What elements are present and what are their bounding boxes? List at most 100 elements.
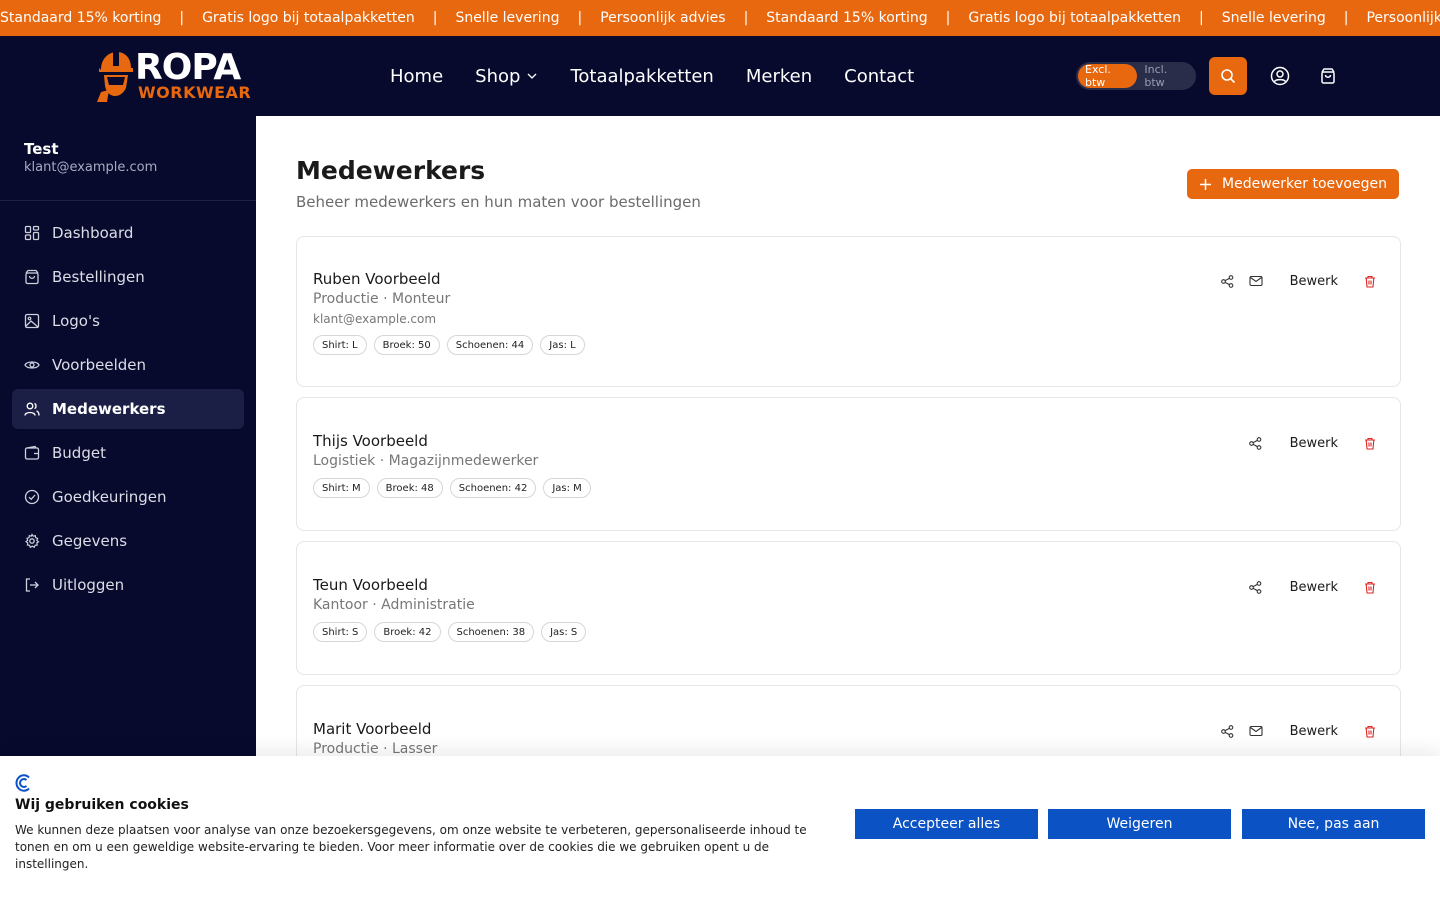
sidebar-item-label: Gegevens — [52, 532, 128, 550]
sidebar-item-budget[interactable]: Budget — [12, 433, 244, 473]
size-chip: Broek: 42 — [374, 622, 441, 642]
page-subtitle: Beheer medewerkers en hun maten voor bes… — [296, 193, 701, 211]
size-chip: Jas: L — [540, 335, 585, 355]
size-chip: Schoenen: 42 — [449, 478, 537, 498]
wallet-icon — [24, 445, 40, 460]
customize-button[interactable]: Nee, pas aan — [1242, 809, 1425, 839]
sidebar-item-voorbeelden[interactable]: Voorbeelden — [12, 345, 244, 385]
search-icon — [1221, 69, 1236, 84]
delete-button[interactable] — [1356, 721, 1384, 741]
size-chips: Shirt: L Broek: 50 Schoenen: 44 Jas: L — [313, 335, 585, 355]
trash-icon — [1365, 581, 1375, 594]
sidebar-item-logos[interactable]: Logo's — [12, 301, 244, 341]
vat-excl-option[interactable]: Excl. btw — [1078, 63, 1138, 89]
size-chip: Broek: 48 — [376, 478, 443, 498]
user-name: Test — [24, 140, 59, 158]
size-chip: Jas: M — [543, 478, 591, 498]
vat-incl-option[interactable]: Incl. btw — [1137, 63, 1194, 89]
cart-button[interactable] — [1318, 66, 1338, 86]
cookie-title: Wij gebruiken cookies — [15, 797, 189, 813]
chevron-down-icon — [527, 73, 537, 79]
sidebar-item-gegevens[interactable]: Gegevens — [12, 521, 244, 561]
sidebar-item-medewerkers[interactable]: Medewerkers — [12, 389, 244, 429]
ticker-item: Snelle levering — [1221, 10, 1326, 26]
ticker-item: Standaard 15% korting — [0, 10, 162, 26]
share-icon — [1249, 580, 1262, 594]
share-icon — [1221, 274, 1234, 288]
edit-button[interactable]: Bewerk — [1270, 724, 1356, 739]
account-button[interactable] — [1270, 66, 1290, 86]
search-button[interactable] — [1209, 57, 1247, 95]
trash-icon — [1365, 725, 1375, 738]
ticker-separator: | — [945, 10, 951, 26]
share-button[interactable] — [1242, 433, 1270, 453]
delete-button[interactable] — [1356, 577, 1384, 597]
employee-name: Marit Voorbeeld — [313, 720, 432, 738]
sidebar-item-dashboard[interactable]: Dashboard — [12, 213, 244, 253]
sidebar-item-bestellingen[interactable]: Bestellingen — [12, 257, 244, 297]
logo-wordmark: ROPA — [135, 47, 241, 88]
accept-all-button[interactable]: Accepteer alles — [855, 809, 1038, 839]
edit-button[interactable]: Bewerk — [1270, 580, 1356, 595]
dashboard-icon — [24, 225, 40, 241]
trash-icon — [1365, 275, 1375, 288]
employee-name: Thijs Voorbeeld — [313, 432, 428, 450]
edit-button[interactable]: Bewerk — [1270, 436, 1356, 451]
logo-tagline: WORKWEAR — [138, 83, 252, 102]
size-chip: Shirt: S — [313, 622, 368, 642]
trash-icon — [1365, 437, 1375, 450]
check-circle-icon — [24, 489, 40, 505]
shopping-bag-icon — [25, 269, 39, 285]
employee-card: Teun Voorbeeld Kantoor · Administratie S… — [296, 541, 1401, 675]
nav-shop[interactable]: Shop — [475, 66, 538, 87]
sidebar-divider — [0, 200, 256, 201]
employee-card: Ruben Voorbeeld Productie · Monteur klan… — [296, 236, 1401, 387]
delete-button[interactable] — [1356, 271, 1384, 291]
promo-ticker: Standaard 15% korting | Gratis logo bij … — [0, 0, 1440, 36]
site-logo[interactable]: ROPA WORKWEAR — [95, 47, 251, 106]
card-actions: Bewerk — [1242, 577, 1384, 597]
eye-icon — [24, 361, 40, 369]
card-actions: Bewerk — [1214, 271, 1384, 291]
employee-name: Ruben Voorbeeld — [313, 270, 441, 288]
reject-button[interactable]: Weigeren — [1048, 809, 1231, 839]
page-title: Medewerkers — [296, 156, 486, 185]
email-button[interactable] — [1242, 721, 1270, 741]
employee-department: Logistiek · Magazijnmedewerker — [313, 453, 539, 469]
ticker-separator: | — [577, 10, 583, 26]
nav-totaalpakketten[interactable]: Totaalpakketten — [570, 66, 713, 87]
user-info: Test klant@example.com — [24, 140, 157, 175]
ticker-separator: | — [432, 10, 438, 26]
ticker-item: Snelle levering — [455, 10, 560, 26]
size-chips: Shirt: M Broek: 48 Schoenen: 42 Jas: M — [313, 478, 591, 498]
plus-icon — [1200, 178, 1212, 190]
cookie-consent-logo-icon — [15, 774, 30, 792]
delete-button[interactable] — [1356, 433, 1384, 453]
employee-card: Thijs Voorbeeld Logistiek · Magazijnmede… — [296, 397, 1401, 531]
image-icon — [24, 313, 40, 329]
add-employee-button[interactable]: Medewerker toevoegen — [1187, 169, 1399, 199]
sidebar-item-uitloggen[interactable]: Uitloggen — [12, 565, 244, 605]
nav-contact[interactable]: Contact — [844, 66, 914, 87]
sidebar-item-goedkeuringen[interactable]: Goedkeuringen — [12, 477, 244, 517]
nav-merken[interactable]: Merken — [746, 66, 812, 87]
edit-button[interactable]: Bewerk — [1270, 274, 1356, 289]
nav-contact-label: Contact — [844, 65, 915, 87]
employee-name: Teun Voorbeeld — [313, 576, 428, 594]
share-button[interactable] — [1214, 721, 1242, 741]
mail-icon — [1249, 725, 1263, 737]
email-button[interactable] — [1242, 271, 1270, 291]
share-icon — [1221, 724, 1234, 738]
user-circle-icon — [1270, 66, 1290, 86]
sidebar-item-label: Voorbeelden — [52, 356, 147, 374]
share-button[interactable] — [1242, 577, 1270, 597]
size-chip: Shirt: M — [313, 478, 370, 498]
card-actions: Bewerk — [1242, 433, 1384, 453]
employee-department: Kantoor · Administratie — [313, 597, 475, 613]
nav-home[interactable]: Home — [390, 66, 443, 87]
ticker-item: Gratis logo bij totaalpakketten — [968, 10, 1182, 26]
vat-toggle[interactable]: Excl. btw Incl. btw — [1076, 62, 1196, 90]
main-nav: Home Shop Totaalpakketten Merken Contact — [390, 36, 914, 116]
size-chip: Schoenen: 44 — [446, 335, 534, 355]
share-button[interactable] — [1214, 271, 1242, 291]
